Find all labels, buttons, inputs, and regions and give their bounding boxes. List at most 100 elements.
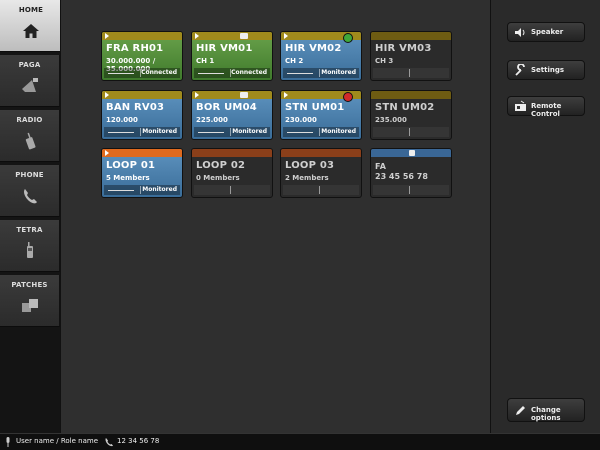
pencil-icon — [516, 406, 525, 415]
radio-small-icon — [240, 33, 248, 39]
play-arrow-icon — [105, 33, 109, 39]
tile-status: Monitored — [232, 128, 267, 135]
tile-name: BOR UM04 — [196, 102, 257, 113]
tile-strip — [281, 149, 361, 157]
phone-number-label: 12 34 56 78 — [117, 437, 160, 445]
tile-strip — [192, 149, 272, 157]
change-options-label: Change options — [531, 406, 561, 422]
tile-strip — [102, 32, 182, 40]
speaker-icon — [515, 28, 525, 37]
radio-icon — [25, 132, 36, 150]
main-area: FRA RH01 30.000.000 / 35.000.000 Connect… — [60, 0, 490, 433]
tile-sub: 23 45 56 78 — [375, 172, 428, 181]
channel-tile-hir-vm02[interactable]: HIR VM02 CH 2 Monitored — [280, 31, 362, 81]
tile-strip — [371, 32, 451, 40]
nav-patches[interactable]: PATCHES — [0, 275, 60, 327]
settings-label: Settings — [531, 66, 565, 74]
settings-button[interactable]: Settings — [507, 60, 585, 80]
separator — [140, 186, 141, 194]
right-panel: Speaker Settings Remote Control Change o… — [490, 0, 600, 433]
tile-name: STN UM01 — [285, 102, 345, 113]
loop-tile-03[interactable]: LOOP 03 2 Members — [280, 148, 362, 198]
lock-badge-icon — [343, 92, 353, 102]
separator — [319, 69, 320, 77]
tile-strip — [281, 91, 361, 102]
tile-sub: CH 3 — [375, 57, 394, 65]
remote-control-label: Remote Control — [531, 102, 562, 118]
left-nav: HOME PAGA RADIO PHONE TETRA PATCHES — [0, 0, 62, 433]
separator — [230, 186, 231, 194]
remote-control-icon — [515, 100, 526, 111]
tile-sub: 235.000 — [375, 116, 407, 124]
signal-line — [108, 190, 134, 191]
nav-radio[interactable]: RADIO — [0, 110, 60, 162]
play-arrow-icon — [195, 92, 199, 98]
nav-phone[interactable]: PHONE — [0, 165, 60, 217]
tile-status-bar: Monitored — [104, 127, 180, 137]
tile-name: BAN RV03 — [106, 102, 165, 113]
tile-status-bar: Monitored — [104, 185, 180, 195]
speaker-button[interactable]: Speaker — [507, 22, 585, 42]
channel-tile-hir-vm03[interactable]: HIR VM03 CH 3 — [370, 31, 452, 81]
play-arrow-icon — [105, 150, 109, 156]
tile-sub: CH 1 — [196, 57, 215, 65]
signal-line — [198, 73, 224, 74]
tile-name: LOOP 03 — [285, 160, 335, 171]
signal-line — [287, 73, 313, 74]
channel-tile-stn-um02[interactable]: STN UM02 235.000 — [370, 90, 452, 140]
nav-label: PAGA — [18, 61, 41, 69]
tile-status: Monitored — [142, 186, 177, 193]
signal-line — [287, 132, 313, 133]
loop-tile-01[interactable]: LOOP 01 5 Members Monitored — [101, 148, 183, 198]
user-role-label: User name / Role name — [16, 437, 99, 445]
tile-name: HIR VM01 — [196, 43, 253, 54]
separator — [409, 69, 410, 77]
tile-strip — [281, 32, 361, 43]
lock-badge-icon — [343, 33, 353, 43]
tile-status-bar — [194, 185, 270, 195]
channel-tile-fra-rh01[interactable]: FRA RH01 30.000.000 / 35.000.000 Connect… — [101, 31, 183, 81]
tile-strip — [192, 32, 272, 40]
tile-status-bar — [373, 185, 449, 195]
channel-tile-stn-um01[interactable]: STN UM01 230.000 Monitored — [280, 90, 362, 140]
tile-strip — [371, 91, 451, 99]
channel-tile-hir-vm01[interactable]: HIR VM01 CH 1 Connected — [191, 31, 273, 81]
separator — [230, 128, 231, 136]
channel-tile-ban-rv03[interactable]: BAN RV03 120.000 Monitored — [101, 90, 183, 140]
channel-tile-bor-um04[interactable]: BOR UM04 225.000 Monitored — [191, 90, 273, 140]
tile-name: LOOP 02 — [196, 160, 246, 171]
tile-status-bar: Monitored — [283, 127, 359, 137]
tile-status-bar: Connected — [104, 68, 180, 78]
separator — [409, 186, 410, 194]
remote-control-button[interactable]: Remote Control — [507, 96, 585, 118]
nav-label: RADIO — [16, 116, 43, 124]
phone-icon — [105, 438, 113, 447]
change-options-button[interactable]: Change options — [507, 398, 585, 422]
tile-status: Connected — [141, 69, 177, 76]
wrench-icon — [515, 64, 525, 76]
tile-status: Monitored — [321, 69, 356, 76]
home-icon — [23, 24, 39, 38]
tile-sub: 2 Members — [285, 174, 329, 182]
nav-tetra[interactable]: TETRA — [0, 220, 60, 272]
microphone-icon — [6, 437, 10, 447]
loop-tile-02[interactable]: LOOP 02 0 Members — [191, 148, 273, 198]
signal-line — [198, 132, 224, 133]
tile-name: FA — [375, 162, 387, 171]
separator — [140, 128, 141, 136]
play-arrow-icon — [195, 33, 199, 39]
tile-name: STN UM02 — [375, 102, 435, 113]
play-arrow-icon — [284, 33, 288, 39]
tile-status-bar: Connected — [194, 68, 270, 78]
nav-paga[interactable]: PAGA — [0, 55, 60, 107]
nav-label: HOME — [18, 6, 44, 14]
tile-status-bar: Monitored — [283, 68, 359, 78]
separator — [409, 128, 410, 136]
nav-label: PHONE — [15, 171, 44, 179]
tile-strip — [102, 149, 182, 157]
nav-home[interactable]: HOME — [0, 0, 62, 52]
tile-name: HIR VM02 — [285, 43, 342, 54]
tile-status: Monitored — [142, 128, 177, 135]
phone-tile-fa[interactable]: FA 23 45 56 78 — [370, 148, 452, 198]
tile-name: FRA RH01 — [106, 43, 164, 54]
